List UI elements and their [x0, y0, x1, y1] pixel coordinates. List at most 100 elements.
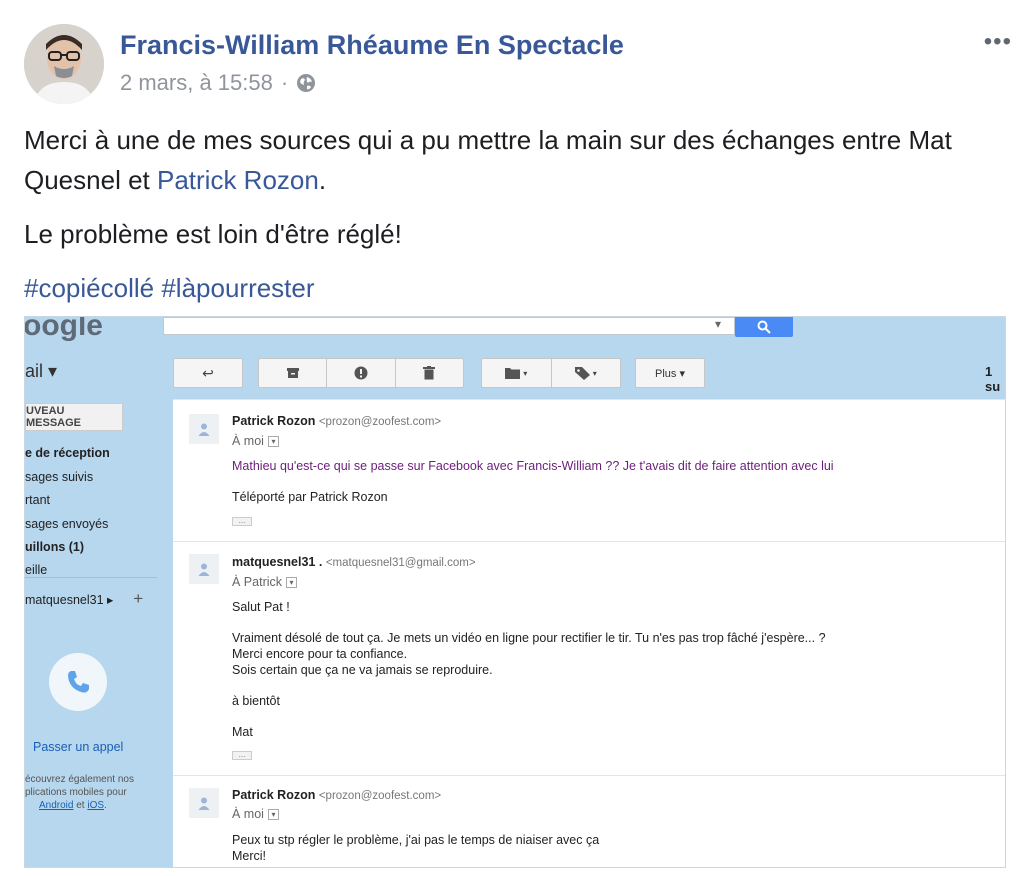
- sender-name: Patrick Rozon: [232, 414, 316, 428]
- message-body-line: Merci!: [232, 849, 267, 863]
- author-avatar[interactable]: [24, 24, 104, 104]
- hangouts-username: matquesnel31 ▸: [25, 592, 114, 607]
- sidebar-divider: [25, 577, 157, 578]
- search-icon: [757, 320, 771, 334]
- post-meta: 2 mars, à 15:58 ·: [120, 70, 316, 96]
- post-timestamp[interactable]: 2 mars, à 15:58: [120, 70, 273, 96]
- sender-name: matquesnel31 .: [232, 555, 323, 569]
- message-sender: Patrick Rozon <prozon@zoofest.com>: [232, 414, 441, 428]
- add-contact-icon[interactable]: +: [133, 589, 143, 609]
- details-dropdown-icon[interactable]: ▾: [267, 435, 279, 447]
- hashtag-link-1[interactable]: #copiécollé: [24, 273, 154, 303]
- gmail-search-input[interactable]: [163, 317, 735, 335]
- post-author-name[interactable]: Francis-William Rhéaume En Spectacle: [120, 30, 624, 61]
- post-image[interactable]: oogle ▾ ail ▾ ↩ ▾ ▾ Plus ▾ 1 su UVEAU ME…: [24, 316, 1006, 868]
- thread-message[interactable]: Patrick Rozon <prozon@zoofest.com> À moi…: [173, 399, 1005, 541]
- recipient: À Patrick: [232, 575, 283, 589]
- ios-link[interactable]: iOS: [87, 800, 104, 811]
- message-body-line: Salut Pat !: [232, 600, 290, 614]
- recipient-line: À moi ▾: [232, 807, 279, 821]
- person-icon: [198, 797, 210, 810]
- message-body-line: Mathieu qu'est-ce qui se passe sur Faceb…: [232, 459, 834, 473]
- folder-icon: [505, 368, 521, 379]
- labels-button[interactable]: ▾: [552, 366, 621, 380]
- message-sender: Patrick Rozon <prozon@zoofest.com>: [232, 788, 441, 802]
- compose-button[interactable]: UVEAU MESSAGE: [25, 403, 123, 431]
- person-icon: [198, 423, 210, 436]
- report-spam-button[interactable]: [327, 366, 394, 380]
- sender-avatar: [189, 788, 219, 818]
- post-paragraph-1: Merci à une de mes sources qui a pu mett…: [24, 120, 1014, 200]
- trash-icon: [423, 366, 436, 380]
- more-actions-label: Plus ▾: [655, 367, 685, 380]
- avatar-image: [24, 24, 104, 104]
- sender-avatar: [189, 414, 219, 444]
- notice-line-3: Android et iOS.: [25, 799, 173, 812]
- archive-icon: [286, 368, 299, 378]
- sidebar-item-trash[interactable]: eille: [25, 563, 47, 577]
- show-trimmed-button[interactable]: ...: [232, 517, 252, 526]
- post-options-button[interactable]: •••: [984, 28, 1012, 56]
- globe-icon[interactable]: [296, 73, 316, 93]
- gmail-app-menu[interactable]: ail ▾: [25, 361, 57, 382]
- phone-icon: [68, 671, 89, 693]
- post-body: Merci à une de mes sources qui a pu mett…: [24, 120, 1014, 322]
- delete-button[interactable]: [396, 366, 463, 380]
- chevron-down-icon: ▾: [523, 368, 528, 378]
- sidebar-item-starred[interactable]: sages suivis: [25, 470, 93, 484]
- sidebar-item-sent[interactable]: sages envoyés: [25, 517, 108, 531]
- more-actions-button[interactable]: Plus ▾: [635, 358, 705, 388]
- message-body-line: Merci encore pour ta confiance.: [232, 647, 408, 661]
- recipient-line: À moi ▾: [232, 434, 279, 448]
- message-body-line: Vraiment désolé de tout ça. Je mets un v…: [232, 631, 826, 645]
- sender-name: Patrick Rozon: [232, 788, 316, 802]
- gmail-logo: oogle: [24, 316, 103, 342]
- show-trimmed-button[interactable]: ...: [232, 751, 252, 760]
- mention-suffix: .: [318, 165, 327, 195]
- mention-link[interactable]: Patrick Rozon: [157, 165, 319, 195]
- mobile-apps-notice: écouvrez également nos plications mobile…: [25, 773, 173, 812]
- details-dropdown-icon[interactable]: ▾: [286, 576, 298, 588]
- message-sender: matquesnel31 . <matquesnel31@gmail.com>: [232, 555, 476, 569]
- call-phone-link[interactable]: Passer un appel: [33, 740, 123, 754]
- hashtag-link-2[interactable]: #làpourrester: [161, 273, 314, 303]
- thread-message[interactable]: matquesnel31 . <matquesnel31@gmail.com> …: [173, 541, 1005, 775]
- thread-message[interactable]: Patrick Rozon <prozon@zoofest.com> À moi…: [173, 775, 1005, 867]
- message-body-line: à bientôt: [232, 694, 280, 708]
- search-options-chevron-icon[interactable]: ▾: [715, 317, 721, 331]
- person-icon: [198, 563, 210, 576]
- recipient: À moi: [232, 434, 264, 448]
- android-link[interactable]: Android: [39, 800, 73, 811]
- meta-separator: ·: [280, 70, 289, 95]
- hangouts-user[interactable]: matquesnel31 ▸ +: [25, 589, 143, 609]
- reply-button[interactable]: ↩: [173, 358, 243, 388]
- notice-line-2: plications mobiles pour: [25, 787, 127, 798]
- action-button-group: [258, 358, 464, 388]
- sender-avatar: [189, 554, 219, 584]
- message-body-line: Peux tu stp régler le problème, j'ai pas…: [232, 833, 600, 847]
- message-body-line: Sois certain que ça ne va jamais se repr…: [232, 663, 493, 677]
- tag-icon: [574, 366, 590, 380]
- notice-line-1: écouvrez également nos: [25, 774, 134, 785]
- gmail-search-button[interactable]: [735, 317, 793, 337]
- message-body-line: Téléporté par Patrick Rozon: [232, 490, 388, 504]
- sender-email: <prozon@zoofest.com>: [318, 790, 442, 802]
- notice-end: .: [104, 800, 107, 811]
- chevron-down-icon: ▾: [592, 368, 597, 378]
- move-label-group: ▾ ▾: [481, 358, 621, 388]
- sidebar-item-inbox[interactable]: e de réception: [25, 446, 110, 460]
- spam-icon: [354, 366, 368, 380]
- post-paragraph-2: Le problème est loin d'être réglé!: [24, 219, 402, 249]
- phone-call-icon[interactable]: [49, 653, 107, 711]
- recipient-line: À Patrick ▾: [232, 575, 298, 589]
- sidebar-item-important[interactable]: rtant: [25, 493, 50, 507]
- post-hashtags: #copiécollé #làpourrester: [24, 268, 1014, 308]
- notice-and: et: [73, 800, 88, 811]
- gmail-sidebar: UVEAU MESSAGE e de réception sages suivi…: [25, 403, 173, 867]
- move-to-button[interactable]: ▾: [482, 367, 551, 379]
- message-body-line: Mat: [232, 725, 253, 739]
- sender-email: <matquesnel31@gmail.com>: [325, 557, 476, 569]
- sidebar-item-drafts[interactable]: uillons (1): [25, 540, 84, 554]
- details-dropdown-icon[interactable]: ▾: [267, 808, 279, 820]
- archive-button[interactable]: [259, 367, 326, 379]
